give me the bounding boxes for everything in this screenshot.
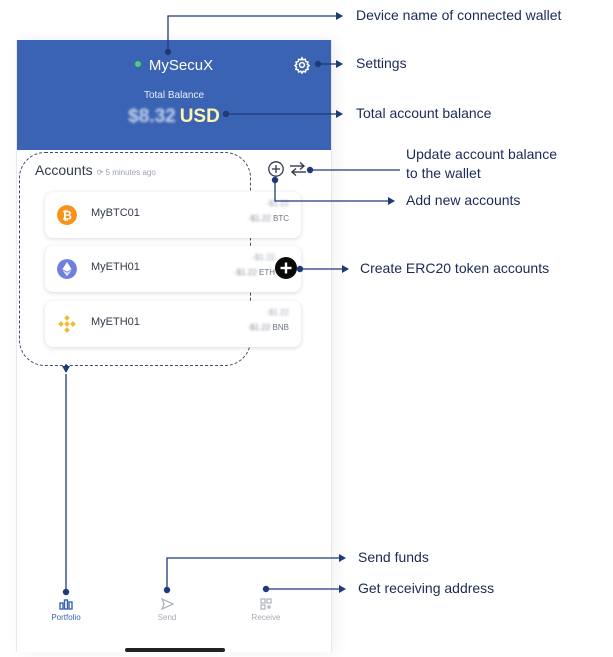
wallet-header: MySecuX Total Balance $8.32 USD xyxy=(17,40,331,150)
accounts-header: Accounts ⟳ 5 minutes ago xyxy=(35,162,156,178)
tab-label: Portfolio xyxy=(51,613,81,622)
annotation-erc20: Create ERC20 token accounts xyxy=(360,260,550,276)
account-crypto-value: -$1.22 ETH xyxy=(234,268,275,277)
total-balance-currency: USD xyxy=(179,106,220,127)
annotation-add-accounts: Add new accounts xyxy=(406,192,521,208)
account-symbol: BNB xyxy=(272,323,289,332)
phone-screen: MySecuX Total Balance $8.32 USD Accounts ⟳… xyxy=(16,40,332,652)
annotation-update-balance-2: to the wallet xyxy=(406,165,481,181)
add-account-icon[interactable] xyxy=(267,160,285,178)
account-symbol: BTC xyxy=(273,214,289,223)
total-balance: $8.32 USD xyxy=(17,106,331,128)
bitcoin-icon: ₿ xyxy=(57,205,77,225)
account-symbol: ETH xyxy=(259,268,275,277)
annotation-total-balance: Total account balance xyxy=(356,105,492,121)
ethereum-icon xyxy=(57,259,77,279)
account-crypto-value: -$1.22 BNB xyxy=(247,323,289,332)
account-name: MyETH01 xyxy=(91,316,140,328)
home-indicator xyxy=(125,648,225,652)
account-name: MyBTC01 xyxy=(91,207,140,219)
plus-icon xyxy=(280,262,292,274)
portfolio-icon xyxy=(59,599,73,610)
annotation-device-name: Device name of connected wallet xyxy=(356,7,562,23)
create-token-account-button[interactable] xyxy=(275,257,297,279)
account-fiat-value: -$1.22 xyxy=(266,308,289,317)
annotation-settings: Settings xyxy=(356,55,407,71)
connection-status-dot xyxy=(134,61,141,68)
annotation-receive: Get receiving address xyxy=(358,580,495,596)
account-card-btc[interactable]: ₿ MyBTC01 -$1.22 -$1.22 BTC xyxy=(45,192,301,238)
receive-icon xyxy=(260,598,272,610)
accounts-title: Accounts xyxy=(35,162,93,178)
total-balance-value: $8.32 xyxy=(128,106,176,127)
total-balance-label: Total Balance xyxy=(143,90,205,101)
sync-icon[interactable] xyxy=(288,160,308,178)
accounts-updated-time: ⟳ 5 minutes ago xyxy=(96,168,156,177)
page: MySecuX Total Balance $8.32 USD Accounts ⟳… xyxy=(0,0,613,657)
binance-icon xyxy=(58,315,76,333)
tab-label: Send xyxy=(157,613,177,622)
tab-bar: Portfolio Send Receive xyxy=(17,580,331,652)
device-name-row[interactable]: MySecuX xyxy=(17,56,331,76)
account-fiat-value: -$1.22 xyxy=(252,253,275,262)
svg-text:₿: ₿ xyxy=(62,209,72,223)
accounts-actions xyxy=(267,158,311,180)
device-name: MySecuX xyxy=(148,57,214,74)
account-fiat-value: -$1.22 xyxy=(266,199,289,208)
send-icon xyxy=(160,598,174,610)
annotation-send-funds: Send funds xyxy=(358,549,429,565)
tab-send[interactable]: Send xyxy=(132,598,202,622)
account-card-eth[interactable]: MyETH01 -$1.22 -$1.22 ETH xyxy=(45,246,301,292)
annotation-update-balance-1: Update account balance xyxy=(406,146,557,162)
gear-icon[interactable] xyxy=(293,56,311,74)
tab-portfolio[interactable]: Portfolio xyxy=(31,598,101,622)
account-crypto-value: -$1.22 BTC xyxy=(248,214,289,223)
tab-receive[interactable]: Receive xyxy=(231,598,301,622)
account-name: MyETH01 xyxy=(91,261,140,273)
account-card-bnb[interactable]: MyETH01 -$1.22 -$1.22 BNB xyxy=(45,301,301,347)
tab-label: Receive xyxy=(251,613,281,622)
